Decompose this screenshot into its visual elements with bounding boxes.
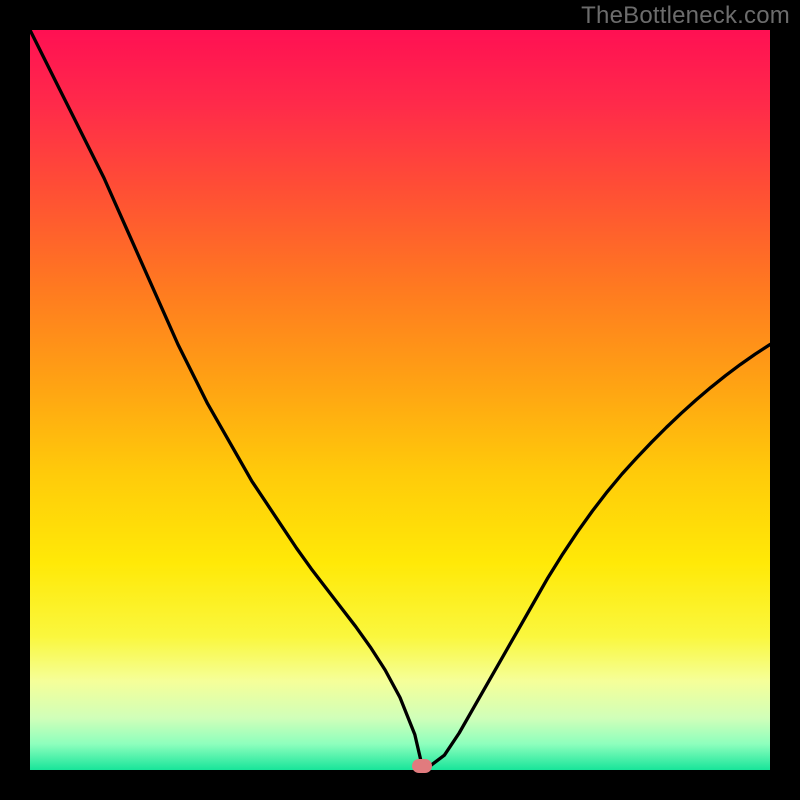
chart-frame: TheBottleneck.com <box>0 0 800 800</box>
plot-svg <box>30 30 770 770</box>
minimum-marker <box>412 759 432 773</box>
gradient-background <box>30 30 770 770</box>
watermark-text: TheBottleneck.com <box>581 2 790 30</box>
